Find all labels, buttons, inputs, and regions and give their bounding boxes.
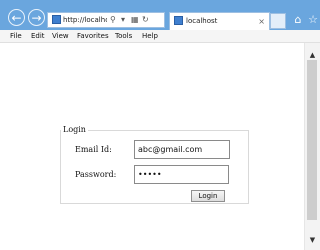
password-label: Password: bbox=[75, 170, 117, 179]
address-bar[interactable]: http://localhost:55 ⚲ ▾ ▦ ↻ bbox=[47, 12, 165, 28]
scroll-down-icon[interactable]: ▼ bbox=[305, 234, 320, 246]
browser-title-bar: ← → http://localhost:55 ⚲ ▾ ▦ ↻ localhos… bbox=[0, 0, 320, 30]
dropdown-arrow-icon[interactable]: ▾ bbox=[121, 14, 125, 26]
menu-favorites[interactable]: Favorites bbox=[77, 30, 109, 42]
home-icon[interactable]: ⌂ bbox=[291, 13, 305, 27]
login-button[interactable]: Login bbox=[191, 190, 225, 202]
tab-localhost[interactable]: localhost × bbox=[169, 12, 270, 30]
compat-icon[interactable]: ▦ bbox=[131, 14, 139, 26]
vertical-scrollbar[interactable]: ▲ ▼ bbox=[304, 43, 320, 250]
back-button[interactable]: ← bbox=[8, 9, 25, 26]
star-icon[interactable]: ☆ bbox=[306, 13, 320, 27]
tab-title: localhost bbox=[186, 17, 218, 25]
new-tab-button[interactable] bbox=[270, 13, 286, 29]
menu-help[interactable]: Help bbox=[142, 30, 158, 42]
forward-button[interactable]: → bbox=[28, 9, 45, 26]
menu-edit[interactable]: Edit bbox=[31, 30, 45, 42]
close-icon[interactable]: × bbox=[258, 13, 265, 30]
password-input[interactable] bbox=[134, 165, 229, 184]
search-icon[interactable]: ⚲ bbox=[110, 14, 116, 26]
menu-file[interactable]: File bbox=[10, 30, 22, 42]
email-input[interactable] bbox=[134, 140, 230, 159]
scroll-thumb[interactable] bbox=[307, 60, 317, 220]
menu-tools[interactable]: Tools bbox=[115, 30, 132, 42]
tab-favicon-icon bbox=[174, 16, 183, 25]
page-favicon-icon bbox=[52, 15, 61, 24]
refresh-icon[interactable]: ↻ bbox=[142, 14, 149, 26]
back-arrow-icon: ← bbox=[11, 10, 22, 25]
email-label: Email Id: bbox=[75, 145, 112, 154]
forward-arrow-icon: → bbox=[31, 10, 42, 25]
login-legend: Login bbox=[61, 125, 88, 135]
menu-bar: File Edit View Favorites Tools Help bbox=[0, 30, 320, 43]
menu-view[interactable]: View bbox=[52, 30, 69, 42]
address-url[interactable]: http://localhost:55 bbox=[63, 13, 107, 27]
